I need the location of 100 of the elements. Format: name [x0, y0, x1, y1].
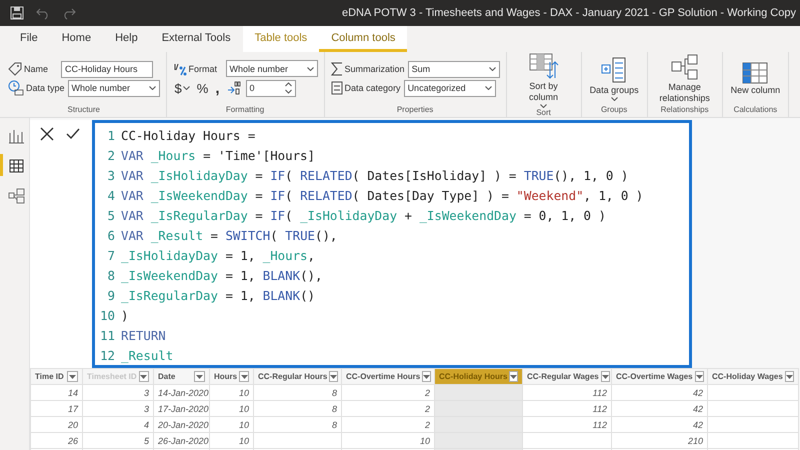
group-label: Sort [535, 108, 552, 117]
table-cell: 8 [332, 388, 337, 398]
spinner-arrows-icon [284, 82, 292, 94]
tag-icon [8, 62, 22, 76]
line-number: 12 [99, 347, 115, 365]
group-label: Groups [600, 105, 628, 116]
caret-icon [610, 97, 618, 101]
formula-editor[interactable] [92, 120, 692, 368]
table-cell: 20 [68, 420, 78, 430]
ribbon-button[interactable]: Data groups [588, 56, 641, 101]
caret-icon [602, 374, 609, 378]
ribbon-button[interactable]: New column [728, 62, 782, 96]
code-line: _IsHolidayDay = 1, _Hours, [121, 247, 315, 265]
filter-dropdown-button[interactable] [67, 371, 78, 382]
code-line: VAR _Result = SWITCH( TRUE(), [121, 227, 338, 245]
caret-icon [423, 374, 430, 378]
table-cell: 2 [424, 404, 430, 414]
relationships-icon [670, 53, 699, 81]
line-number: 7 [106, 247, 115, 265]
field-label: Summarization [344, 64, 405, 74]
caret-icon [69, 374, 76, 378]
filter-dropdown-button[interactable] [138, 371, 149, 382]
caret-icon [696, 374, 703, 378]
code-line: VAR _IsWeekendDay = IF( RELATED( Dates[Day Type] ) = "Weekend", 1, 0 ) [121, 187, 644, 205]
table-cell: 3 [144, 404, 149, 414]
ribbon-button[interactable]: Sort by column [512, 52, 575, 108]
table-cell: 42 [692, 404, 703, 414]
dropdown[interactable]: Whole number [226, 60, 318, 77]
ribbon-tab[interactable]: File [8, 26, 50, 52]
group-label: Properties [396, 105, 434, 116]
caret-icon [240, 374, 248, 378]
table-cell: 8 [332, 404, 337, 414]
field-label: Data category [344, 83, 401, 93]
table-cell: 17-Jan-2020 [158, 404, 209, 414]
line-number: 1 [106, 127, 115, 145]
input-field[interactable]: CC-Holiday Hours [61, 60, 153, 78]
field-label: Data type [26, 83, 65, 93]
ribbon-tab[interactable]: Home [50, 26, 104, 52]
ribbon-tab[interactable]: External Tools [150, 26, 243, 52]
filter-dropdown-button[interactable] [784, 371, 794, 382]
table-cell: 14 [68, 388, 78, 398]
table-cell: 4 [144, 420, 149, 430]
filter-dropdown-button[interactable] [509, 371, 518, 382]
table-cell: 3 [144, 388, 149, 398]
table-cell: 112 [592, 404, 607, 414]
list-icon [330, 81, 343, 95]
code-line: VAR _IsRegularDay = IF( _IsHolidayDay + _IsWeekendDay = 0, 1, 0 ) [121, 207, 606, 225]
filter-dropdown-button[interactable] [422, 371, 432, 382]
filter-dropdown-button[interactable] [239, 371, 249, 382]
line-number: 9 [106, 287, 115, 305]
caret-icon [786, 374, 793, 378]
code-line: _IsWeekendDay = 1, BLANK(), [121, 267, 322, 285]
ribbon-button[interactable]: Manage relationships [654, 53, 716, 104]
clock-icon [8, 80, 24, 96]
dropdown[interactable]: Whole number [68, 80, 160, 96]
line-number: 8 [106, 267, 115, 285]
table-cell: 20-Jan-2020 [158, 420, 209, 430]
line-number: 11 [99, 327, 115, 345]
sort-icon [528, 52, 559, 80]
filter-dropdown-button[interactable] [600, 371, 610, 382]
filter-dropdown-button[interactable] [329, 371, 338, 382]
table-cell: 8 [332, 420, 337, 430]
cancel-button[interactable] [40, 126, 54, 142]
code-line: RETURN [121, 327, 166, 345]
save-button[interactable] [8, 4, 26, 22]
line-number: 5 [106, 207, 115, 225]
comma-style-button[interactable]: , [213, 79, 222, 97]
caret-icon [196, 374, 203, 378]
table-cell: 26 [68, 436, 78, 446]
percent-button[interactable]: % [194, 79, 210, 97]
caret-icon [540, 104, 548, 108]
caret-icon [306, 66, 314, 70]
number-spinner[interactable]: 0 [246, 80, 296, 96]
dropdown[interactable]: Uncategorized [404, 80, 496, 96]
table-groups-icon [601, 56, 628, 84]
dropdown[interactable]: Sum [408, 60, 500, 78]
table-cell: 2 [424, 420, 430, 430]
filter-dropdown-button[interactable] [194, 371, 205, 382]
table-cell: 10 [420, 436, 430, 446]
caret-icon [484, 86, 492, 90]
field-label: Name [24, 64, 48, 74]
column-header[interactable]: Date [158, 372, 176, 381]
filter-dropdown-button[interactable] [694, 371, 704, 382]
caret-icon [182, 86, 190, 90]
code-line: _IsRegularDay = 1, BLANK() [121, 287, 315, 305]
code-line: VAR _IsHolidayDay = IF( RELATED( Dates[IsHoliday] ) = TRUE(), 1, 0 ) [121, 167, 628, 185]
new-column-icon [742, 62, 768, 84]
line-number: 4 [106, 187, 115, 205]
close-icon [40, 127, 54, 141]
model-icon [8, 186, 24, 204]
table-cell: 112 [592, 420, 607, 430]
line-number: 3 [106, 167, 115, 185]
commit-button[interactable] [66, 126, 80, 142]
currency-button[interactable]: $ [172, 79, 192, 97]
ribbon-tab[interactable]: Help [103, 26, 150, 52]
table-cell: 112 [592, 388, 607, 398]
caret-icon [510, 374, 518, 378]
code-line: CC-Holiday Hours = [121, 127, 256, 145]
code-line: VAR _Hours = 'Time'[Hours] [121, 147, 315, 165]
ribbon-tab[interactable]: Column tools [319, 26, 408, 52]
